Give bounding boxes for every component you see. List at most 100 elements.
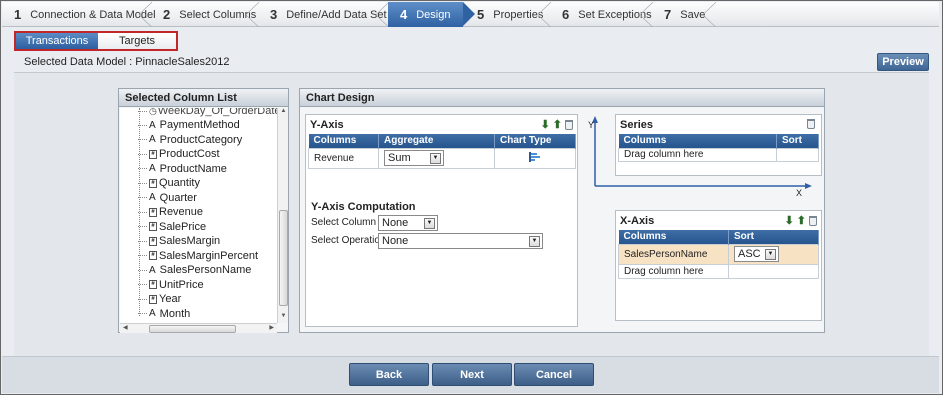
trash-icon[interactable] bbox=[565, 119, 573, 130]
table-row: SalesPersonName ASC ▼ bbox=[618, 243, 819, 265]
data-source-tabs: Transactions Targets bbox=[14, 31, 178, 51]
move-up-icon[interactable]: ⬆ bbox=[553, 118, 562, 131]
tree-item-label: SalesMarginPercent bbox=[159, 249, 259, 262]
cancel-button[interactable]: Cancel bbox=[514, 363, 594, 386]
scroll-thumb[interactable] bbox=[149, 325, 236, 333]
tree-item[interactable]: # SalePrice bbox=[138, 220, 206, 234]
tree-item[interactable]: A ProductName bbox=[138, 162, 227, 176]
column-header-columns: Columns bbox=[618, 134, 777, 148]
scroll-right-icon[interactable]: ▶ bbox=[269, 324, 274, 331]
aggregate-select-value: Sum bbox=[388, 152, 411, 164]
step-number: 7 bbox=[664, 7, 672, 22]
y-axis-column-cell: Revenue bbox=[308, 147, 379, 169]
series-table: Columns Sort Drag column here bbox=[618, 134, 819, 162]
back-button[interactable]: Back bbox=[349, 363, 429, 386]
wizard-step-1[interactable]: 1 Connection & Data Model bbox=[2, 2, 156, 27]
move-up-icon[interactable]: ⬆ bbox=[797, 214, 806, 227]
tree-item[interactable]: # Revenue bbox=[138, 205, 203, 219]
column-list-horizontal-scrollbar[interactable]: ◀ ▶ bbox=[120, 323, 277, 333]
y-axis-title: Y-Axis bbox=[310, 119, 344, 131]
column-header-aggregate: Aggregate bbox=[378, 134, 495, 148]
x-axis-column-cell: SalesPersonName bbox=[618, 243, 729, 265]
table-row: Drag column here bbox=[618, 147, 819, 162]
chart-design-title: Chart Design bbox=[300, 89, 824, 107]
tab-transactions[interactable]: Transactions bbox=[16, 33, 98, 49]
y-axis-section: Y-Axis ⬇ ⬆ Columns Aggregate Chart Type … bbox=[305, 114, 578, 327]
chevron-down-icon: ▼ bbox=[529, 235, 540, 247]
select-operation-dropdown[interactable]: None ▼ bbox=[378, 233, 543, 249]
wizard-step-3[interactable]: 3 Define/Add Data Set bbox=[258, 2, 389, 27]
next-button[interactable]: Next bbox=[432, 363, 512, 386]
wizard-step-6[interactable]: 6 Set Exceptions bbox=[550, 2, 653, 27]
column-list-vertical-scrollbar[interactable]: ▲ ▼ bbox=[277, 108, 288, 323]
select-operation-value: None bbox=[382, 235, 409, 247]
aggregate-select[interactable]: Sum ▼ bbox=[384, 150, 444, 166]
wizard-step-2[interactable]: 2 Select Columns bbox=[151, 2, 259, 27]
tree-branch bbox=[138, 168, 147, 169]
move-down-icon[interactable]: ⬇ bbox=[541, 118, 550, 131]
text-column-icon: A bbox=[149, 119, 156, 131]
tree-branch bbox=[138, 269, 147, 271]
drop-zone[interactable]: Drag column here bbox=[618, 147, 777, 162]
wizard-step-4[interactable]: 4 Design bbox=[388, 2, 475, 27]
x-axis-letter: X bbox=[796, 188, 803, 198]
tree-item[interactable]: # UnitPrice bbox=[138, 278, 204, 292]
step-number: 6 bbox=[562, 7, 570, 22]
numeric-column-icon: # bbox=[149, 222, 157, 231]
step-label: Properties bbox=[493, 8, 544, 21]
tab-targets[interactable]: Targets bbox=[98, 33, 176, 49]
tree-item[interactable]: # Quantity bbox=[138, 176, 200, 190]
step-label: Design bbox=[416, 8, 451, 21]
text-column-icon: A bbox=[149, 192, 156, 203]
tree-item[interactable]: # SalesMarginPercent bbox=[138, 249, 258, 263]
tree-item-label: ProductCost bbox=[159, 148, 220, 160]
tree-item[interactable]: A PaymentMethod bbox=[138, 118, 240, 132]
numeric-column-icon: # bbox=[149, 294, 157, 304]
wizard-step-7[interactable]: 7 Save bbox=[652, 2, 716, 27]
chevron-down-icon: ▼ bbox=[430, 152, 441, 164]
scroll-down-icon[interactable]: ▼ bbox=[278, 313, 289, 323]
text-column-icon: A bbox=[149, 134, 156, 145]
scroll-up-icon[interactable]: ▲ bbox=[278, 108, 289, 118]
tree-item[interactable]: A Quarter bbox=[138, 191, 197, 205]
trash-icon[interactable] bbox=[809, 215, 817, 226]
tree-item[interactable]: # Year bbox=[138, 292, 181, 306]
drop-zone[interactable]: Drag column here bbox=[618, 263, 729, 279]
x-axis-arrow bbox=[805, 183, 812, 189]
tree-branch bbox=[138, 124, 147, 126]
tree-item[interactable]: A SalesPersonName bbox=[138, 263, 251, 277]
tree-item-label: Month bbox=[159, 307, 191, 320]
tree-item-partial[interactable]: ◷ WeekDay_Of_OrderDate bbox=[138, 108, 277, 118]
sort-select-value: ASC bbox=[738, 248, 761, 260]
tree-item[interactable]: A ProductCategory bbox=[138, 133, 242, 147]
tree-item[interactable]: # SalesMargin bbox=[138, 234, 220, 248]
step-label: Set Exceptions bbox=[578, 8, 652, 21]
wizard-step-5[interactable]: 5 Properties bbox=[463, 2, 551, 27]
select-column-label: Select Column bbox=[311, 217, 377, 228]
text-column-icon: A bbox=[149, 264, 156, 276]
sort-select[interactable]: ASC ▼ bbox=[734, 246, 779, 262]
tree-item-label: SalesPersonName bbox=[159, 264, 252, 276]
preview-button[interactable]: Preview bbox=[877, 53, 929, 71]
scroll-thumb[interactable] bbox=[279, 210, 288, 306]
numeric-column-icon: # bbox=[149, 178, 157, 188]
step-label: Select Columns bbox=[179, 8, 257, 21]
tree-branch bbox=[138, 153, 147, 155]
tree-item-label: UnitPrice bbox=[159, 278, 204, 291]
scroll-left-icon[interactable]: ◀ bbox=[123, 324, 128, 331]
column-list-title: Selected Column List bbox=[119, 89, 288, 107]
x-axis-title: X-Axis bbox=[620, 215, 655, 227]
trash-icon[interactable] bbox=[807, 119, 815, 129]
tree-item-label: WeekDay_Of_OrderDate bbox=[157, 108, 277, 117]
move-down-icon[interactable]: ⬇ bbox=[785, 214, 794, 227]
tree-item-label: SalesMargin bbox=[159, 235, 221, 247]
tree-item[interactable]: A Month bbox=[138, 307, 190, 321]
column-header-sort: Sort bbox=[728, 230, 819, 244]
chevron-down-icon: ▼ bbox=[424, 217, 435, 229]
column-header-columns: Columns bbox=[308, 134, 379, 148]
tree-item[interactable]: # ProductCost bbox=[138, 147, 220, 161]
column-header-chart-type: Chart Type bbox=[494, 134, 576, 148]
select-column-value: None bbox=[382, 217, 409, 229]
select-column-dropdown[interactable]: None ▼ bbox=[378, 215, 438, 231]
bar-chart-type-icon[interactable] bbox=[528, 151, 542, 163]
